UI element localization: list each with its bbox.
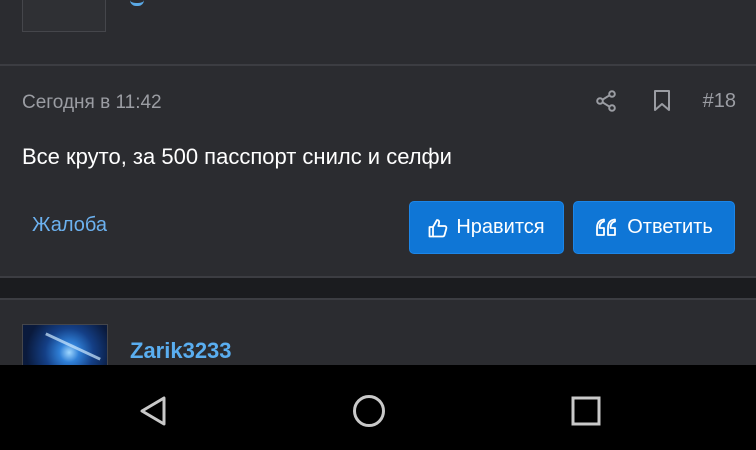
circle-home-icon[interactable]: [349, 391, 389, 431]
like-button[interactable]: Нравится: [409, 201, 564, 254]
android-navigation-bar: [0, 365, 756, 450]
report-link[interactable]: Жалоба: [32, 214, 107, 237]
square-recents-icon[interactable]: [566, 391, 606, 431]
like-button-label: Нравится: [456, 216, 545, 238]
quote-icon: [596, 218, 617, 236]
bookmark-icon[interactable]: [647, 86, 677, 116]
next-post: Zarik3233: [0, 298, 756, 376]
username-fragment: [130, 0, 144, 6]
post-separator: [0, 278, 756, 298]
post-actions: #18: [591, 86, 736, 116]
post-number[interactable]: #18: [703, 90, 736, 113]
post-timestamp[interactable]: Сегодня в 11:42: [22, 92, 162, 114]
reply-button[interactable]: Ответить: [573, 201, 735, 254]
previous-post: [0, 0, 756, 66]
post-text: Все круто, за 500 пасспорт снилс и селфи: [22, 144, 452, 169]
reply-button-label: Ответить: [627, 216, 713, 238]
thumbs-up-icon: [428, 218, 448, 237]
avatar[interactable]: [22, 0, 106, 32]
post: Сегодня в 11:42 #18 Все круто, за 500 па…: [0, 66, 756, 278]
username-link[interactable]: Zarik3233: [130, 338, 232, 364]
share-icon[interactable]: [591, 86, 621, 116]
triangle-back-icon[interactable]: [134, 391, 174, 431]
avatar-image: [45, 332, 101, 361]
